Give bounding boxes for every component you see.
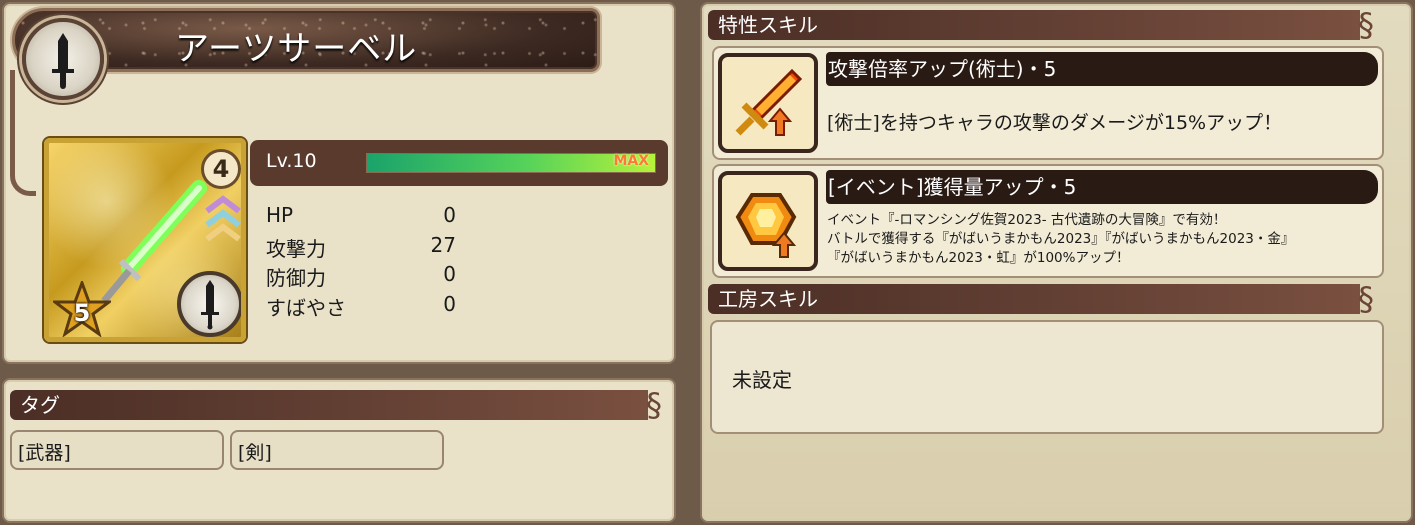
stat-value: 0 bbox=[443, 291, 456, 316]
trait-skill-2[interactable]: [イベント]獲得量アップ・5 イベント『-ロマンシング佐賀2023- 古代遺跡の… bbox=[712, 164, 1384, 278]
star-rank-badge: 5 bbox=[50, 278, 114, 337]
stat-value: 0 bbox=[443, 203, 456, 227]
stat-row: 攻撃力 27 bbox=[266, 233, 456, 263]
stat-label: HP bbox=[266, 203, 294, 227]
trait-skill-1[interactable]: 攻撃倍率アップ(術士)・5 [術士]を持つキャラの攻撃のダメージが15%アップ！ bbox=[712, 46, 1384, 160]
tag-chip[interactable]: [剣] bbox=[230, 430, 444, 470]
curl-ornament-icon: § bbox=[646, 386, 662, 424]
stat-row: すばやさ 0 bbox=[266, 292, 456, 322]
flaming-sword-icon bbox=[718, 53, 818, 153]
stat-row: HP 0 bbox=[266, 203, 456, 233]
stat-row: 防御力 0 bbox=[266, 262, 456, 292]
workshop-section-header: 工房スキル § bbox=[708, 280, 1374, 318]
stat-value: 0 bbox=[443, 262, 456, 286]
tag-section-header: タグ § bbox=[10, 386, 662, 424]
sword-type-icon bbox=[22, 18, 104, 100]
max-label: MAX bbox=[613, 153, 649, 169]
weapon-name: アーツサーベル bbox=[175, 29, 418, 69]
skill-name: 攻撃倍率アップ(術士)・5 bbox=[826, 52, 1378, 86]
curl-ornament-icon: § bbox=[1358, 6, 1374, 44]
rank-chevrons-icon bbox=[205, 195, 241, 242]
level-label: Lv.10 bbox=[266, 150, 317, 172]
workshop-value: 未設定 bbox=[732, 368, 792, 392]
skill-description-line: 『がばいうまかもん2023・虹』が100%アップ！ bbox=[827, 250, 1130, 266]
weapon-card[interactable]: 4 5 bbox=[44, 138, 246, 342]
workshop-skill-box[interactable]: 未設定 bbox=[710, 320, 1384, 434]
stat-label: 攻撃力 bbox=[266, 236, 326, 261]
level-row: Lv.10 MAX bbox=[250, 140, 668, 186]
level-progress-bar: MAX bbox=[366, 153, 656, 173]
star-rank-value: 5 bbox=[73, 299, 91, 327]
trait-header-label: 特性スキル bbox=[718, 13, 818, 37]
stats-list: HP 0 攻撃力 27 防御力 0 すばやさ 0 bbox=[266, 203, 456, 321]
stat-label: すばやさ bbox=[266, 295, 346, 320]
tag-header-label: タグ bbox=[20, 393, 60, 417]
tag-chip[interactable]: [武器] bbox=[10, 430, 224, 470]
curl-ornament-icon: § bbox=[1358, 280, 1374, 318]
skill-description-line: イベント『-ロマンシング佐賀2023- 古代遺跡の大冒険』で有効！ bbox=[827, 212, 1227, 228]
skill-description: [術士]を持つキャラの攻撃のダメージが15%アップ！ bbox=[827, 112, 1283, 134]
card-sword-icon bbox=[177, 271, 241, 337]
awaken-level-badge: 4 bbox=[201, 149, 241, 189]
frame-ornament bbox=[10, 70, 36, 196]
stat-label: 防御力 bbox=[266, 266, 326, 290]
skill-description-line: バトルで獲得する『がばいうまかもん2023』『がばいうまかもん2023・金』 bbox=[827, 231, 1295, 247]
level-progress-fill bbox=[367, 154, 655, 172]
workshop-header-label: 工房スキル bbox=[718, 287, 818, 311]
orange-gem-icon bbox=[718, 171, 818, 271]
stat-value: 27 bbox=[430, 232, 456, 257]
skill-name: [イベント]獲得量アップ・5 bbox=[826, 170, 1378, 204]
trait-section-header: 特性スキル § bbox=[708, 6, 1374, 44]
